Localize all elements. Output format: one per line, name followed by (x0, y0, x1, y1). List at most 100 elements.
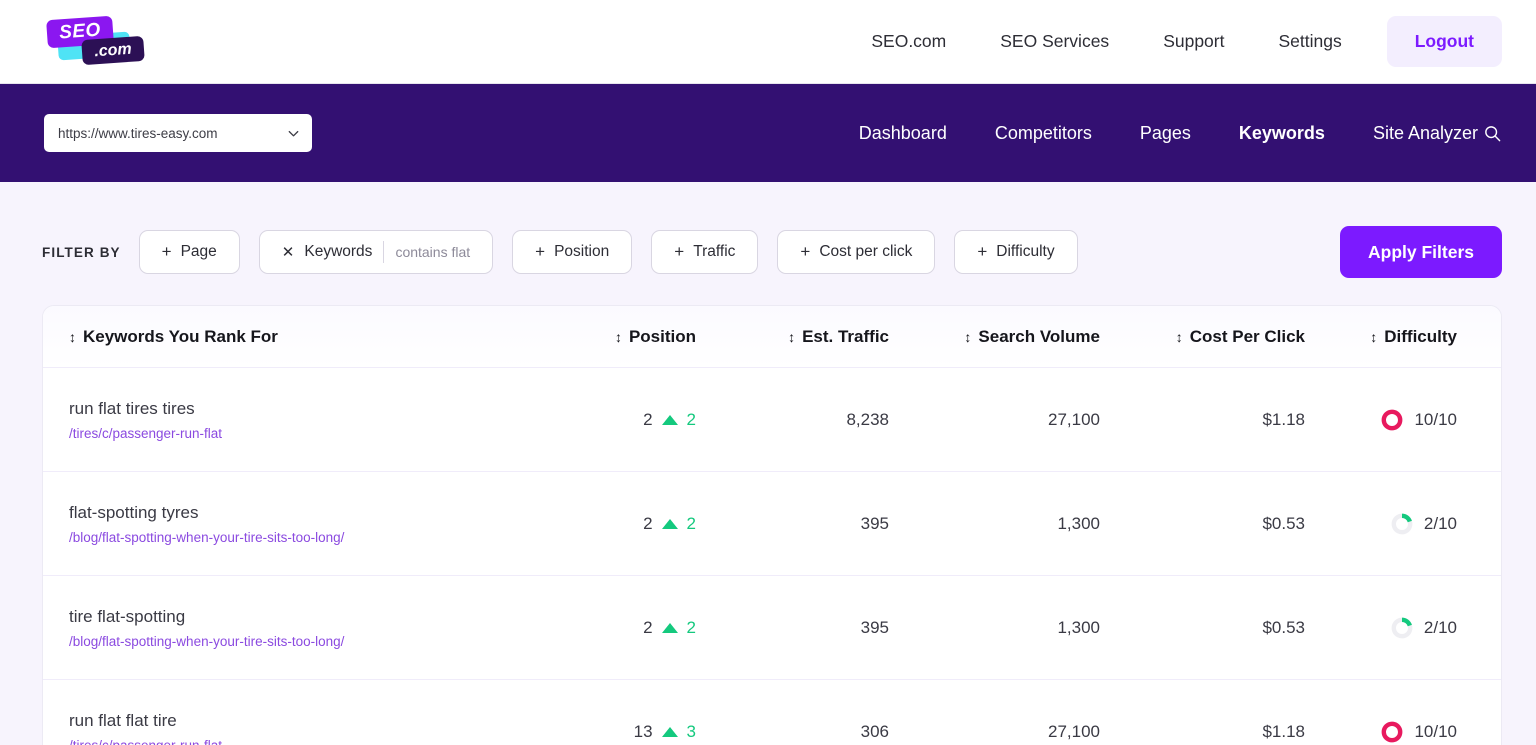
filter-chip-position[interactable]: + Position (512, 230, 632, 274)
trend-up-icon (662, 415, 678, 425)
traffic-value: 306 (704, 722, 889, 742)
topnav-item-seo-com[interactable]: SEO.com (844, 31, 973, 52)
plus-icon: + (162, 242, 172, 262)
apply-filters-button[interactable]: Apply Filters (1340, 226, 1502, 278)
cell-traffic: 306 (700, 722, 893, 742)
keyword-url-link[interactable]: /tires/c/passenger-run-flat (69, 738, 536, 745)
table-row[interactable]: run flat flat tire/tires/c/passenger-run… (43, 680, 1501, 745)
plus-icon: + (674, 242, 684, 262)
cell-keyword: flat-spotting tyres/blog/flat-spotting-w… (43, 503, 540, 545)
site-selector-value: https://www.tires-easy.com (58, 126, 286, 141)
keyword-title: tire flat-spotting (69, 607, 536, 627)
filter-chip-cost-per-click[interactable]: + Cost per click (777, 230, 935, 274)
column-header-difficulty-label: Difficulty (1384, 327, 1457, 347)
topnav-item-seo-services[interactable]: SEO Services (973, 31, 1136, 52)
logout-button[interactable]: Logout (1387, 16, 1502, 67)
cell-position: 22 (540, 410, 700, 430)
column-header-keyword-label: Keywords You Rank For (83, 327, 278, 347)
difficulty-ring-icon (1381, 721, 1403, 743)
column-header-cpc[interactable]: ↕ Cost Per Click (1104, 327, 1309, 347)
column-header-difficulty[interactable]: ↕ Difficulty (1309, 327, 1483, 347)
cell-traffic: 8,238 (700, 410, 893, 430)
volume-value: 27,100 (897, 410, 1100, 430)
cell-cpc: $0.53 (1104, 514, 1309, 534)
main-navigation: Dashboard Competitors Pages Keywords Sit… (835, 123, 1502, 144)
seo-com-logo[interactable]: SEO .com (44, 16, 168, 68)
nav-item-keywords[interactable]: Keywords (1215, 123, 1349, 144)
top-navigation: SEO.com SEO Services Support Settings Lo… (844, 16, 1502, 67)
column-header-traffic[interactable]: ↕ Est. Traffic (700, 327, 893, 347)
difficulty-ring-icon (1381, 409, 1403, 431)
keyword-url-link[interactable]: /blog/flat-spotting-when-your-tire-sits-… (69, 634, 536, 649)
filter-bar: FILTER BY + Page ✕ Keywords contains fla… (0, 182, 1536, 278)
position-value: 2 (643, 514, 652, 534)
cell-position: 133 (540, 722, 700, 742)
cell-cpc: $1.18 (1104, 722, 1309, 742)
site-selector-dropdown[interactable]: https://www.tires-easy.com (44, 114, 312, 152)
column-header-traffic-label: Est. Traffic (802, 327, 889, 347)
cell-difficulty: 2/10 (1309, 617, 1483, 639)
filter-chip-position-label: Position (554, 243, 609, 261)
filter-chip-keywords[interactable]: ✕ Keywords contains flat (259, 230, 493, 274)
cell-volume: 1,300 (893, 618, 1104, 638)
sort-updown-icon: ↕ (69, 330, 76, 344)
keyword-title: run flat tires tires (69, 399, 536, 419)
cell-keyword: run flat tires tires/tires/c/passenger-r… (43, 399, 540, 441)
column-header-volume-label: Search Volume (978, 327, 1100, 347)
keyword-url-link[interactable]: /blog/flat-spotting-when-your-tire-sits-… (69, 530, 536, 545)
column-header-volume[interactable]: ↕ Search Volume (893, 327, 1104, 347)
plus-icon: + (977, 242, 987, 262)
nav-item-dashboard[interactable]: Dashboard (835, 123, 971, 144)
close-icon[interactable]: ✕ (282, 243, 295, 261)
column-header-keyword[interactable]: ↕ Keywords You Rank For (43, 327, 540, 347)
volume-value: 1,300 (897, 618, 1100, 638)
position-value: 13 (634, 722, 653, 742)
topnav-item-support[interactable]: Support (1136, 31, 1251, 52)
filter-chip-keywords-value[interactable]: contains flat (395, 244, 470, 260)
filter-chip-difficulty[interactable]: + Difficulty (954, 230, 1077, 274)
keyword-title: flat-spotting tyres (69, 503, 536, 523)
filter-chip-page-label: Page (181, 243, 217, 261)
table-row[interactable]: flat-spotting tyres/blog/flat-spotting-w… (43, 472, 1501, 576)
column-header-cpc-label: Cost Per Click (1190, 327, 1305, 347)
cpc-value: $1.18 (1108, 722, 1305, 742)
keyword-url-link[interactable]: /tires/c/passenger-run-flat (69, 426, 536, 441)
difficulty-value: 10/10 (1414, 410, 1457, 430)
site-nav-bar: https://www.tires-easy.com Dashboard Com… (0, 84, 1536, 182)
filter-chip-keywords-label: Keywords (304, 243, 372, 261)
table-row[interactable]: run flat tires tires/tires/c/passenger-r… (43, 368, 1501, 472)
column-header-position[interactable]: ↕ Position (540, 327, 700, 347)
plus-icon: + (535, 242, 545, 262)
table-row[interactable]: tire flat-spotting/blog/flat-spotting-wh… (43, 576, 1501, 680)
position-delta: 2 (687, 514, 696, 534)
cpc-value: $1.18 (1108, 410, 1305, 430)
filter-chip-difficulty-label: Difficulty (996, 243, 1054, 261)
search-icon (1483, 124, 1502, 143)
volume-value: 27,100 (897, 722, 1100, 742)
filter-chip-traffic[interactable]: + Traffic (651, 230, 758, 274)
topnav-item-settings[interactable]: Settings (1251, 31, 1368, 52)
trend-up-icon (662, 623, 678, 633)
cpc-value: $0.53 (1108, 514, 1305, 534)
cell-traffic: 395 (700, 618, 893, 638)
nav-item-pages[interactable]: Pages (1116, 123, 1215, 144)
plus-icon: + (800, 242, 810, 262)
chevron-down-icon (286, 126, 301, 141)
difficulty-value: 2/10 (1424, 618, 1457, 638)
filter-chip-page[interactable]: + Page (139, 230, 240, 274)
position-delta: 2 (687, 618, 696, 638)
cpc-value: $0.53 (1108, 618, 1305, 638)
nav-item-competitors[interactable]: Competitors (971, 123, 1116, 144)
trend-up-icon (662, 519, 678, 529)
filter-by-label: FILTER BY (42, 245, 121, 260)
column-header-position-label: Position (629, 327, 696, 347)
difficulty-ring-icon (1391, 617, 1413, 639)
table-body: run flat tires tires/tires/c/passenger-r… (43, 368, 1501, 745)
cell-position: 22 (540, 618, 700, 638)
logo-com-mark: .com (81, 35, 145, 64)
cell-volume: 27,100 (893, 722, 1104, 742)
nav-item-site-analyzer[interactable]: Site Analyzer (1349, 123, 1502, 144)
cell-keyword: run flat flat tire/tires/c/passenger-run… (43, 711, 540, 745)
sort-updown-icon: ↕ (788, 330, 795, 344)
difficulty-ring-icon (1391, 513, 1413, 535)
